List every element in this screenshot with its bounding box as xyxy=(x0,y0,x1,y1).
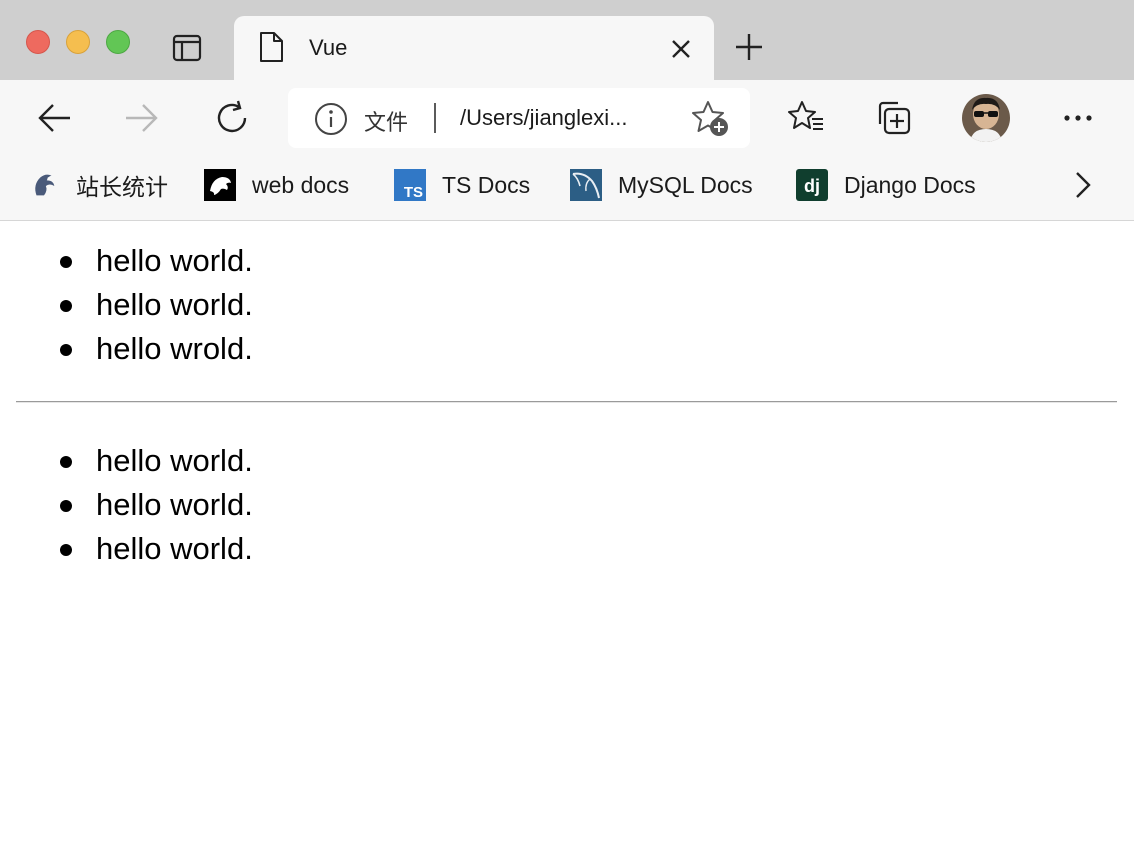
list-bottom: hello world. hello world. hello world. xyxy=(58,439,253,571)
bookmarks-bar: 站长统计 web docs TS TS Docs MySQL Docs dj D… xyxy=(0,156,1134,221)
list-item: hello world. xyxy=(58,527,253,571)
bookmark-label: MySQL Docs xyxy=(618,171,753,198)
svg-text:dj: dj xyxy=(804,176,820,196)
tab-vue[interactable]: Vue xyxy=(234,16,714,80)
svg-text:TS: TS xyxy=(404,184,423,201)
info-icon[interactable] xyxy=(314,102,348,136)
profile-avatar[interactable] xyxy=(962,94,1010,142)
bookmark-web-docs[interactable]: web docs xyxy=(204,168,349,202)
bookmark-django-docs[interactable]: dj Django Docs xyxy=(796,168,976,202)
list-item: hello world. xyxy=(58,283,253,327)
title-bar: Vue xyxy=(0,0,1134,80)
url-text[interactable]: /Users/jianglexi... xyxy=(460,105,628,131)
page-icon xyxy=(260,32,283,62)
plus-icon[interactable] xyxy=(734,32,764,62)
typescript-icon: TS xyxy=(394,169,426,201)
collections-icon[interactable] xyxy=(874,98,914,138)
mysql-icon xyxy=(570,169,602,201)
list-item: hello world. xyxy=(58,239,253,283)
bookmark-site-stats[interactable]: 站长统计 xyxy=(28,168,168,202)
list-item: hello wrold. xyxy=(58,327,253,371)
list-item: hello world. xyxy=(58,439,253,483)
close-icon[interactable] xyxy=(670,38,692,60)
bookmark-label: web docs xyxy=(252,171,350,198)
bookmark-mysql-docs[interactable]: MySQL Docs xyxy=(570,168,753,202)
add-favorite-icon[interactable] xyxy=(690,100,730,138)
page-content: hello world. hello world. hello wrold. h… xyxy=(0,221,1134,856)
site-info-label[interactable]: 文件 xyxy=(364,105,408,137)
refresh-icon[interactable] xyxy=(212,98,252,138)
django-icon: dj xyxy=(796,169,828,201)
bookmark-label: TS Docs xyxy=(442,171,531,198)
window-maximize-button[interactable] xyxy=(106,30,130,54)
site-stats-icon xyxy=(28,169,60,201)
more-icon[interactable] xyxy=(1058,104,1098,132)
forward-arrow-icon[interactable] xyxy=(124,100,160,136)
horizontal-rule xyxy=(16,401,1117,403)
address-bar[interactable]: 文件 /Users/jianglexi... xyxy=(288,88,750,148)
tab-title: Vue xyxy=(309,35,348,60)
address-separator xyxy=(434,103,436,133)
browser-window: Vue 文件 /Users/jianglexi... 站长统计 web docs… xyxy=(0,0,1134,856)
bookmark-label: Django Docs xyxy=(844,171,976,198)
back-arrow-icon[interactable] xyxy=(36,100,72,136)
tab-actions-icon[interactable] xyxy=(172,34,202,62)
chevron-right-icon[interactable] xyxy=(1070,170,1096,200)
mdn-icon xyxy=(204,169,236,201)
window-minimize-button[interactable] xyxy=(66,30,90,54)
bookmark-ts-docs[interactable]: TS TS Docs xyxy=(394,168,530,202)
list-top: hello world. hello world. hello wrold. xyxy=(58,239,253,371)
list-item: hello world. xyxy=(58,483,253,527)
toolbar: 文件 /Users/jianglexi... xyxy=(0,80,1134,156)
window-close-button[interactable] xyxy=(26,30,50,54)
favorites-icon[interactable] xyxy=(786,98,826,138)
bookmark-label: 站长统计 xyxy=(76,174,168,200)
